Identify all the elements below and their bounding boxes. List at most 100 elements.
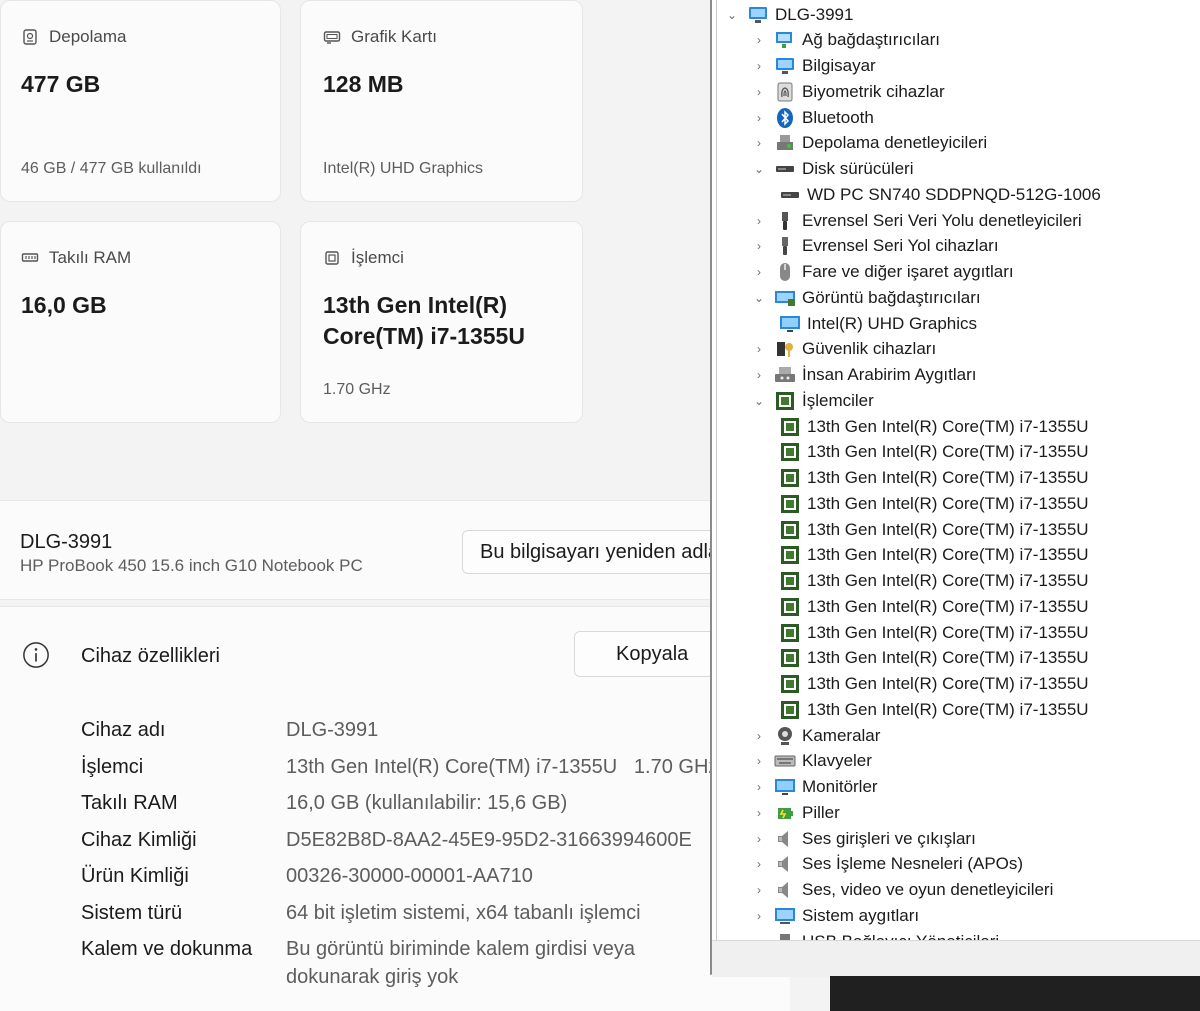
tree-category[interactable]: › Piller bbox=[752, 800, 840, 825]
chevron-right-icon[interactable]: › bbox=[752, 342, 766, 356]
tree-device[interactable]: 13th Gen Intel(R) Core(TM) i7-1355U bbox=[779, 440, 1089, 465]
tree-category[interactable]: ›USB Bağlayıcı Yöneticileri bbox=[752, 929, 999, 940]
tree-device[interactable]: 13th Gen Intel(R) Core(TM) i7-1355U bbox=[779, 466, 1089, 491]
processor-icon bbox=[779, 622, 801, 644]
tree-category[interactable]: › İnsan Arabirim Aygıtları bbox=[752, 363, 977, 388]
tree-root[interactable]: ⌄ DLG-3991 bbox=[725, 2, 853, 27]
memory-icon bbox=[21, 253, 39, 262]
tree-category[interactable]: › Klavyeler bbox=[752, 749, 872, 774]
tree-category[interactable]: › Ses, video ve oyun denetleyicileri bbox=[752, 878, 1053, 903]
tree-item-label: İşlemciler bbox=[802, 390, 874, 410]
tree-category[interactable]: ⌄ İşlemciler bbox=[752, 388, 874, 413]
chevron-right-icon[interactable]: › bbox=[752, 857, 766, 871]
tree-device[interactable]: Intel(R) UHD Graphics bbox=[779, 311, 977, 336]
chevron-down-icon[interactable]: ⌄ bbox=[752, 291, 766, 305]
spec-label: Cihaz adı bbox=[81, 719, 166, 741]
tree-category[interactable]: › Ses girişleri ve çıkışları bbox=[752, 826, 976, 851]
chevron-right-icon[interactable]: › bbox=[752, 806, 766, 820]
usb-device-icon bbox=[774, 235, 796, 257]
tree-category[interactable]: › Ağ bağdaştırıcıları bbox=[752, 28, 940, 53]
tree-device[interactable]: 13th Gen Intel(R) Core(TM) i7-1355U bbox=[779, 594, 1089, 619]
chevron-down-icon[interactable]: ⌄ bbox=[752, 394, 766, 408]
chevron-right-icon[interactable]: › bbox=[752, 832, 766, 846]
tree-item-label: Güvenlik cihazları bbox=[802, 339, 937, 359]
chevron-right-icon[interactable]: › bbox=[752, 111, 766, 125]
chevron-down-icon[interactable]: ⌄ bbox=[752, 162, 766, 176]
tree-category[interactable]: › Ses İşleme Nesneleri (APOs) bbox=[752, 852, 1023, 877]
tree-item-label: İnsan Arabirim Aygıtları bbox=[802, 365, 977, 384]
tree-device[interactable]: 13th Gen Intel(R) Core(TM) i7-1355U bbox=[779, 491, 1089, 516]
tree-item-label: 13th Gen Intel(R) Core(TM) i7-1355U bbox=[807, 442, 1089, 462]
processor-icon bbox=[779, 519, 801, 541]
device-specs-header[interactable]: Cihaz özellikleri Kopyala bbox=[0, 606, 830, 704]
tree-item-label: Kameralar bbox=[802, 725, 881, 745]
spec-value: 16,0 GB (kullanılabilir: 15,6 GB) bbox=[286, 792, 568, 814]
chevron-right-icon[interactable]: › bbox=[752, 85, 766, 99]
chevron-right-icon[interactable]: › bbox=[752, 59, 766, 73]
tree-device[interactable]: 13th Gen Intel(R) Core(TM) i7-1355U bbox=[779, 414, 1089, 439]
tree-item-label: 13th Gen Intel(R) Core(TM) i7-1355U bbox=[807, 622, 1089, 642]
tree-category[interactable]: › Güvenlik cihazları bbox=[752, 337, 936, 362]
chevron-right-icon[interactable]: › bbox=[752, 729, 766, 743]
tree-category[interactable]: › Bluetooth bbox=[752, 105, 874, 130]
chevron-right-icon[interactable]: › bbox=[752, 780, 766, 794]
tree-device[interactable]: 13th Gen Intel(R) Core(TM) i7-1355U bbox=[779, 543, 1089, 568]
tree-category[interactable]: › Fare ve diğer işaret aygıtları bbox=[752, 260, 1014, 285]
speaker-icon bbox=[774, 879, 796, 901]
tree-category[interactable]: ⌄ Disk sürücüleri bbox=[752, 157, 914, 182]
processor-icon bbox=[779, 493, 801, 515]
tree-category[interactable]: › Depolama denetleyicileri bbox=[752, 131, 987, 156]
chevron-right-icon[interactable]: › bbox=[752, 214, 766, 228]
storage-value: 477 GB bbox=[21, 71, 101, 97]
chevron-right-icon[interactable]: › bbox=[752, 136, 766, 150]
tree-item-label: USB Bağlayıcı Yöneticileri bbox=[802, 932, 999, 941]
device-tree[interactable]: ⌄ DLG-3991 › Ağ bağdaştırıcıları › Bilgisayar… bbox=[716, 0, 1187, 940]
tree-category[interactable]: › Sistem aygıtları bbox=[752, 903, 919, 928]
chevron-right-icon[interactable]: › bbox=[752, 368, 766, 382]
tree-category[interactable]: › Evrensel Seri Yol cihazları bbox=[752, 234, 999, 259]
tree-category[interactable]: › Kameralar bbox=[752, 723, 880, 748]
tree-item-label: Ses girişleri ve çıkışları bbox=[802, 828, 976, 848]
processor-icon bbox=[779, 699, 801, 721]
info-icon bbox=[23, 642, 49, 668]
tree-item-label: WD PC SN740 SDDPNQD-512G-1006 bbox=[807, 184, 1101, 204]
tree-item-label: Ağ bağdaştırıcıları bbox=[802, 30, 940, 50]
horizontal-scrollbar[interactable] bbox=[712, 940, 1200, 977]
tree-category[interactable]: ⌄ Görüntü bağdaştırıcıları bbox=[752, 285, 981, 310]
ram-card-title: Takılı RAM bbox=[21, 248, 131, 268]
cpu-frequency: 1.70 GHz bbox=[323, 381, 391, 398]
cpu-card[interactable]: İşlemci 13th Gen Intel(R) Core(TM) i7-13… bbox=[300, 221, 583, 423]
network-adapter-icon bbox=[774, 29, 796, 51]
tree-device[interactable]: 13th Gen Intel(R) Core(TM) i7-1355U bbox=[779, 620, 1089, 645]
tree-item-label: 13th Gen Intel(R) Core(TM) i7-1355U bbox=[807, 596, 1089, 616]
chevron-right-icon[interactable]: › bbox=[752, 909, 766, 923]
chevron-right-icon[interactable]: › bbox=[752, 754, 766, 768]
spec-value: 00326-30000-00001-AA710 bbox=[286, 865, 533, 887]
tree-category[interactable]: › Biyometrik cihazlar bbox=[752, 79, 945, 104]
tree-item-label: Disk sürücüleri bbox=[802, 159, 914, 178]
tree-device[interactable]: 13th Gen Intel(R) Core(TM) i7-1355U bbox=[779, 569, 1089, 594]
gpu-card[interactable]: Grafik Kartı 128 MB Intel(R) UHD Graphic… bbox=[300, 0, 583, 202]
tree-category[interactable]: › Bilgisayar bbox=[752, 54, 876, 79]
storage-card[interactable]: Depolama 477 GB 46 GB / 477 GB kullanıld… bbox=[0, 0, 281, 202]
tree-item-label: Görüntü bağdaştırıcıları bbox=[802, 287, 981, 307]
spec-label: Ürün Kimliği bbox=[81, 865, 189, 887]
tree-device[interactable]: 13th Gen Intel(R) Core(TM) i7-1355U bbox=[779, 697, 1089, 722]
tree-category[interactable]: › Monitörler bbox=[752, 775, 878, 800]
tree-category[interactable]: › Evrensel Seri Veri Yolu denetleyicileri bbox=[752, 208, 1082, 233]
tree-item-label: Bluetooth bbox=[802, 107, 874, 127]
chevron-right-icon[interactable]: › bbox=[752, 239, 766, 253]
chevron-right-icon[interactable]: › bbox=[752, 883, 766, 897]
spec-value: 64 bit işletim sistemi, x64 tabanlı işle… bbox=[286, 902, 641, 924]
gpu-name: Intel(R) UHD Graphics bbox=[323, 160, 484, 177]
processor-icon bbox=[779, 416, 801, 438]
tree-device[interactable]: WD PC SN740 SDDPNQD-512G-1006 bbox=[779, 182, 1101, 207]
speaker-icon bbox=[774, 853, 796, 875]
chevron-down-icon[interactable]: ⌄ bbox=[725, 8, 739, 22]
chevron-right-icon[interactable]: › bbox=[752, 33, 766, 47]
chevron-right-icon[interactable]: › bbox=[752, 265, 766, 279]
tree-device[interactable]: 13th Gen Intel(R) Core(TM) i7-1355U bbox=[779, 672, 1089, 697]
tree-device[interactable]: 13th Gen Intel(R) Core(TM) i7-1355U bbox=[779, 646, 1089, 671]
ram-card[interactable]: Takılı RAM 16,0 GB bbox=[0, 221, 281, 423]
tree-device[interactable]: 13th Gen Intel(R) Core(TM) i7-1355U bbox=[779, 517, 1089, 542]
